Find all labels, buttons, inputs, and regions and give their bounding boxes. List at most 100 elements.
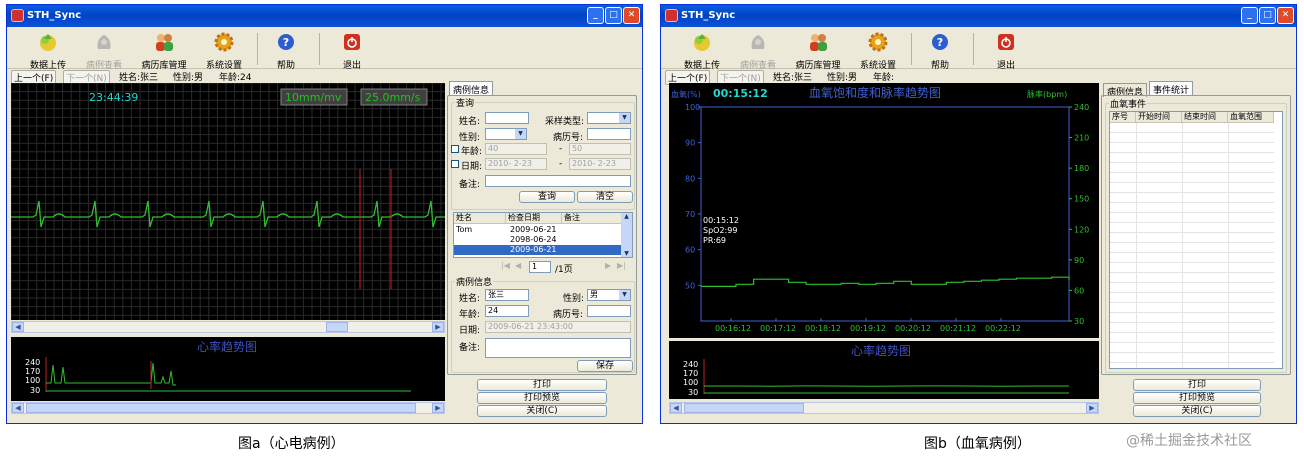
records-list[interactable]: 姓名 检查日期 备注 Tom 2009-06-21 2098-06-24 200… (453, 212, 633, 258)
table-row[interactable]: Tom 2009-06-21 (454, 225, 632, 235)
upload-button[interactable]: 数据上传 (25, 31, 71, 71)
ecg-scrollbar[interactable]: ◀ ▶ (11, 321, 445, 333)
column-header[interactable]: 备注 (562, 213, 622, 224)
minimize-button[interactable]: _ (1241, 7, 1258, 24)
column-header[interactable]: 结束时间 (1182, 112, 1228, 123)
chevron-down-icon[interactable]: ▼ (515, 129, 526, 139)
help-button[interactable]: ? 帮助 (269, 31, 303, 71)
column-header[interactable]: 序号 (1110, 112, 1136, 123)
date-from-input[interactable]: 2010- 2-23 (485, 158, 547, 170)
exit-button[interactable]: 退出 (991, 31, 1021, 71)
patient-db-button[interactable]: 病历库管理 (137, 31, 191, 71)
query-gender-select[interactable]: ▼ (485, 128, 527, 140)
age-from-input[interactable]: 40 (485, 143, 547, 155)
table-row (1110, 203, 1274, 213)
speed-label[interactable]: 25.0mm/s (365, 91, 421, 104)
scroll-thumb[interactable] (684, 403, 804, 413)
table-row[interactable]: 2009-06-21 (454, 245, 632, 255)
chevron-down-icon[interactable]: ▼ (619, 113, 630, 123)
patient-name-input[interactable]: 张三 (485, 289, 529, 301)
table-row (1110, 293, 1274, 303)
table-row[interactable]: 2098-06-24 (454, 235, 632, 245)
scroll-left-icon[interactable]: ◀ (12, 322, 24, 332)
sample-type-select[interactable]: ▼ (587, 112, 631, 124)
trend-tick: 100 (25, 376, 40, 385)
watermark: @稀土掘金技术社区 (1126, 433, 1252, 449)
patient-db-button[interactable]: 病历库管理 (791, 31, 845, 71)
column-divider (1136, 123, 1137, 368)
row-date: 2098-06-24 (510, 235, 557, 244)
table-row (1110, 193, 1274, 203)
print-button[interactable]: 打印 (477, 379, 607, 391)
trend-tick: 170 (25, 367, 40, 376)
print-preview-button[interactable]: 打印预览 (477, 392, 607, 404)
date-checkbox[interactable] (451, 160, 459, 168)
gain-label[interactable]: 10mm/mv (285, 91, 342, 104)
age-checkbox[interactable] (451, 145, 459, 153)
minimize-button[interactable]: _ (587, 7, 604, 24)
column-header[interactable]: 开始时间 (1136, 112, 1182, 123)
query-name-input[interactable] (485, 112, 529, 124)
print-button[interactable]: 打印 (1133, 379, 1261, 391)
events-table[interactable]: 序号 开始时间 结束时间 血氧范围 (1109, 111, 1283, 369)
exit-button[interactable]: 退出 (337, 31, 367, 71)
close-window-button[interactable]: ✕ (623, 7, 640, 24)
spo2-trend-panel: 00:15:12 血氧饱和度和脉率趋势图 血氧(%) 脉率(bpm) 50 60 7… (669, 83, 1099, 338)
print-preview-button[interactable]: 打印预览 (1133, 392, 1261, 404)
tab-event-stats[interactable]: 事件统计 (1149, 81, 1194, 96)
upload-button[interactable]: 数据上传 (679, 31, 725, 71)
first-page-icon[interactable]: |◀ (501, 261, 510, 270)
help-button[interactable]: ? 帮助 (923, 31, 957, 71)
scroll-thumb[interactable] (26, 403, 416, 413)
spo2-time: 00:15:12 (713, 87, 768, 100)
x-tick-label: 00:18:12 (805, 324, 841, 333)
list-vscroll[interactable]: ▲ ▼ (621, 213, 632, 257)
clear-button[interactable]: 清空 (577, 191, 633, 203)
patient-age: 年龄:24 (219, 73, 252, 83)
column-header[interactable]: 血氧范围 (1228, 112, 1274, 123)
last-page-icon[interactable]: ▶| (617, 261, 626, 270)
column-header[interactable]: 姓名 (454, 213, 506, 224)
date-to-input[interactable]: 2010- 2-23 (569, 158, 631, 170)
close-button[interactable]: 关闭(C) (477, 405, 607, 417)
settings-button[interactable]: 系统设置 (201, 31, 247, 71)
patient-gender-select[interactable]: 男 ▼ (587, 289, 631, 301)
scroll-left-icon[interactable]: ◀ (12, 403, 24, 413)
close-button[interactable]: 关闭(C) (1133, 405, 1261, 417)
patient-age-input[interactable]: 24 (485, 305, 529, 317)
age-to-input[interactable]: 50 (569, 143, 631, 155)
query-record-input[interactable] (587, 128, 631, 140)
save-button[interactable]: 保存 (577, 360, 633, 372)
scroll-left-icon[interactable]: ◀ (670, 403, 682, 413)
scroll-right-icon[interactable]: ▶ (432, 403, 444, 413)
patient-record-input[interactable] (587, 305, 631, 317)
chevron-down-icon[interactable]: ▼ (619, 290, 630, 300)
column-header[interactable]: 检查日期 (506, 213, 562, 224)
tab-case-info[interactable]: 病例信息 (449, 81, 494, 96)
trend-scrollbar[interactable]: ◀ ▶ (669, 402, 1099, 414)
scroll-thumb[interactable] (326, 322, 348, 332)
settings-button[interactable]: 系统设置 (855, 31, 901, 71)
patient-info-bar: 上一个(F) 下一个(N) 姓名:张三 性别:男 年龄:24 (7, 69, 642, 85)
patient-date-input[interactable]: 2009-06-21 23:43:00 (485, 321, 631, 333)
trend-scrollbar[interactable]: ◀ ▶ (11, 402, 445, 414)
patient-note-input[interactable] (485, 338, 631, 358)
page-input[interactable]: 1 (529, 261, 551, 273)
maximize-button[interactable]: □ (605, 7, 622, 24)
gear-icon (868, 32, 888, 52)
query-note-input[interactable] (485, 175, 631, 187)
toolbar-separator (973, 33, 974, 65)
chevron-up-icon[interactable]: ▲ (621, 213, 632, 220)
search-button[interactable]: 查询 (519, 191, 575, 203)
close-window-button[interactable]: ✕ (1277, 7, 1294, 24)
scroll-right-icon[interactable]: ▶ (432, 322, 444, 332)
case-view-button[interactable]: 病例查看 (81, 31, 127, 71)
next-page-icon[interactable]: ▶ (605, 261, 611, 270)
spo2-axes: 50 60 70 80 90 100 30 60 90 120 150 180 210 240 00:16:… (685, 103, 1089, 333)
scroll-right-icon[interactable]: ▶ (1086, 403, 1098, 413)
maximize-button[interactable]: □ (1259, 7, 1276, 24)
chevron-down-icon[interactable]: ▼ (621, 250, 632, 257)
x-tick-label: 00:21:12 (940, 324, 976, 333)
prev-page-icon[interactable]: ◀ (515, 261, 521, 270)
case-view-button[interactable]: 病例查看 (735, 31, 781, 71)
